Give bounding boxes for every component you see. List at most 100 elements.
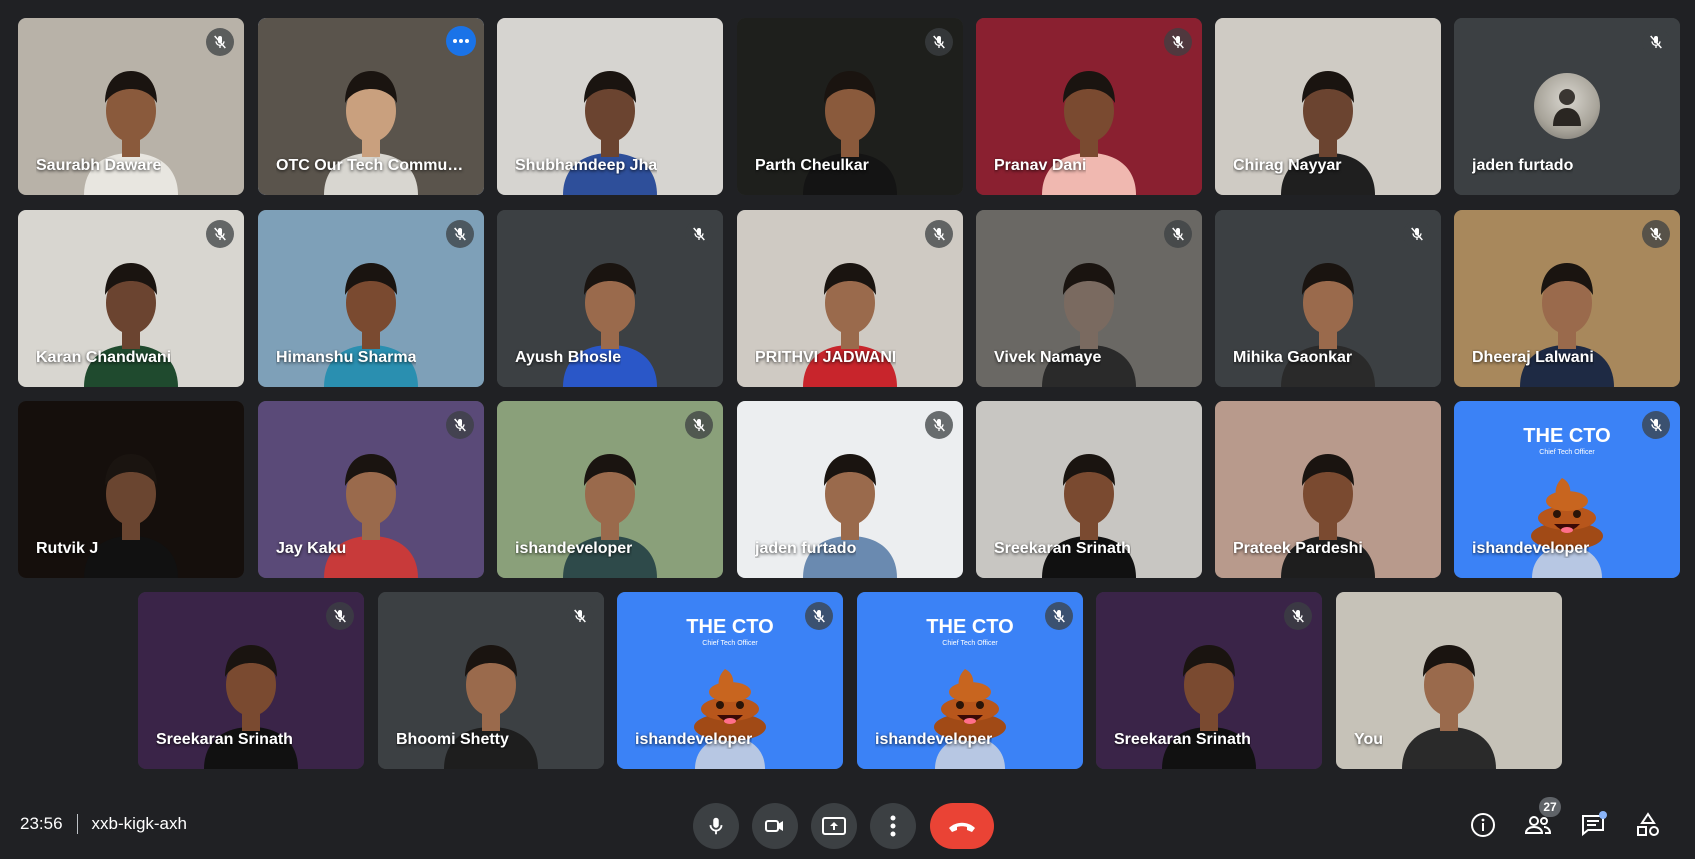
muted-mic-icon xyxy=(685,220,713,248)
participant-tile[interactable]: Rutvik J xyxy=(18,401,244,578)
muted-mic-icon xyxy=(446,220,474,248)
participant-tile[interactable]: Bhoomi Shetty xyxy=(378,592,604,769)
present-screen-icon xyxy=(822,817,846,835)
participant-name: Karan Chandwani xyxy=(36,349,172,366)
muted-mic-icon xyxy=(925,411,953,439)
participant-tile[interactable]: Mihika Gaonkar xyxy=(1215,210,1441,387)
participant-tile[interactable]: Sreekaran Srinath xyxy=(138,592,364,769)
participant-name: Saurabh Daware xyxy=(36,157,162,174)
muted-mic-icon xyxy=(805,602,833,630)
muted-mic-icon xyxy=(1403,220,1431,248)
participant-tile[interactable]: Karan Chandwani xyxy=(18,210,244,387)
present-screen-button[interactable] xyxy=(811,803,857,849)
bottom-control-bar: 23:56 xxb-kigk-axh 27 xyxy=(0,780,1695,859)
participant-count-badge: 27 xyxy=(1539,797,1561,817)
muted-mic-icon xyxy=(1045,602,1073,630)
participant-tile[interactable]: Parth Cheulkar xyxy=(737,18,963,195)
muted-mic-icon xyxy=(925,28,953,56)
participant-tile[interactable]: Prateek Pardeshi xyxy=(1215,401,1441,578)
participant-grid: Saurabh Daware OTC Our Tech Community Shub… xyxy=(0,0,1695,780)
participant-tile[interactable]: Sreekaran Srinath xyxy=(976,401,1202,578)
participant-name: Himanshu Sharma xyxy=(276,349,417,366)
participant-name: ishandeveloper xyxy=(635,731,753,748)
participant-name: Sreekaran Srinath xyxy=(156,731,293,748)
participant-tile[interactable]: Sreekaran Srinath xyxy=(1096,592,1322,769)
participant-tile[interactable]: Pranav Dani xyxy=(976,18,1202,195)
muted-mic-icon xyxy=(1642,28,1670,56)
more-options-button[interactable] xyxy=(870,803,916,849)
microphone-button[interactable] xyxy=(693,803,739,849)
end-call-icon xyxy=(949,822,975,832)
participant-name: Vivek Namaye xyxy=(994,349,1102,366)
participant-video-figure xyxy=(1394,619,1504,769)
tile-more-options-icon[interactable] xyxy=(446,26,476,56)
participant-name: Rutvik J xyxy=(36,540,99,557)
participant-name: PRITHVI JADWANI xyxy=(755,349,897,366)
participant-name: jaden furtado xyxy=(1472,157,1574,174)
muted-mic-icon xyxy=(925,220,953,248)
muted-mic-icon xyxy=(685,411,713,439)
participant-name: Chirag Nayyar xyxy=(1233,157,1342,174)
participant-name: Dheeraj Lalwani xyxy=(1472,349,1594,366)
participant-tile[interactable]: THE CTO Chief Tech Officer ishandeveloper xyxy=(617,592,843,769)
participant-tile[interactable]: Saurabh Daware xyxy=(18,18,244,195)
muted-mic-icon xyxy=(326,602,354,630)
participant-name: Ayush Bhosle xyxy=(515,349,622,366)
participant-name: Sreekaran Srinath xyxy=(994,540,1131,557)
end-call-button[interactable] xyxy=(930,803,994,849)
participant-name: OTC Our Tech Community xyxy=(276,157,466,174)
participant-name: ishandeveloper xyxy=(875,731,993,748)
participant-name: Pranav Dani xyxy=(994,157,1087,174)
participant-name: Shubhamdeep Jha xyxy=(515,157,658,174)
participant-name: ishandeveloper xyxy=(1472,540,1590,557)
muted-mic-icon xyxy=(206,28,234,56)
more-options-icon xyxy=(890,815,896,837)
unread-dot xyxy=(1599,811,1607,819)
participant-name: Bhoomi Shetty xyxy=(396,731,509,748)
muted-mic-icon xyxy=(1164,28,1192,56)
participant-tile[interactable]: OTC Our Tech Community xyxy=(258,18,484,195)
muted-mic-icon xyxy=(566,602,594,630)
participant-tile[interactable]: Chirag Nayyar xyxy=(1215,18,1441,195)
participant-tile[interactable]: PRITHVI JADWANI xyxy=(737,210,963,387)
divider xyxy=(76,814,78,834)
meeting-info: 23:56 xxb-kigk-axh xyxy=(20,814,187,834)
muted-mic-icon xyxy=(1164,220,1192,248)
participant-tile[interactable]: You xyxy=(1336,592,1562,769)
participant-tile[interactable]: Dheeraj Lalwani xyxy=(1454,210,1680,387)
muted-mic-icon xyxy=(206,220,234,248)
people-button[interactable]: 27 xyxy=(1521,797,1561,842)
muted-mic-icon xyxy=(1642,220,1670,248)
participant-name: Prateek Pardeshi xyxy=(1233,540,1363,557)
microphone-icon xyxy=(709,817,723,835)
participant-tile[interactable]: Ayush Bhosle xyxy=(497,210,723,387)
profile-avatar xyxy=(1534,73,1600,139)
muted-mic-icon xyxy=(446,411,474,439)
activities-icon xyxy=(1637,812,1659,836)
muted-mic-icon xyxy=(1284,602,1312,630)
participant-name: Parth Cheulkar xyxy=(755,157,869,174)
participant-tile[interactable]: THE CTO Chief Tech Officer ishandeveloper xyxy=(857,592,1083,769)
info-icon xyxy=(1471,813,1495,837)
meeting-code: xxb-kigk-axh xyxy=(91,814,187,833)
participant-name: Sreekaran Srinath xyxy=(1114,731,1251,748)
participant-tile[interactable]: Himanshu Sharma xyxy=(258,210,484,387)
activities-button[interactable] xyxy=(1631,808,1665,842)
participant-name: ishandeveloper xyxy=(515,540,633,557)
participant-tile[interactable]: Vivek Namaye xyxy=(976,210,1202,387)
participant-tile[interactable]: Shubhamdeep Jha xyxy=(497,18,723,195)
participant-tile[interactable]: ishandeveloper xyxy=(497,401,723,578)
participant-tile[interactable]: jaden furtado xyxy=(737,401,963,578)
camera-button[interactable] xyxy=(752,803,798,849)
participant-name: You xyxy=(1354,731,1384,748)
participant-tile[interactable]: Jay Kaku xyxy=(258,401,484,578)
participant-name: Mihika Gaonkar xyxy=(1233,349,1353,366)
chat-button[interactable] xyxy=(1576,808,1610,842)
participant-tile[interactable]: THE CTO Chief Tech Officer ishandeveloper xyxy=(1454,401,1680,578)
meeting-details-button[interactable] xyxy=(1466,808,1500,842)
camera-icon xyxy=(765,820,783,832)
muted-mic-icon xyxy=(1642,411,1670,439)
participant-tile[interactable]: jaden furtado xyxy=(1454,18,1680,195)
participant-name: Jay Kaku xyxy=(276,540,347,557)
meeting-time: 23:56 xyxy=(20,814,63,833)
